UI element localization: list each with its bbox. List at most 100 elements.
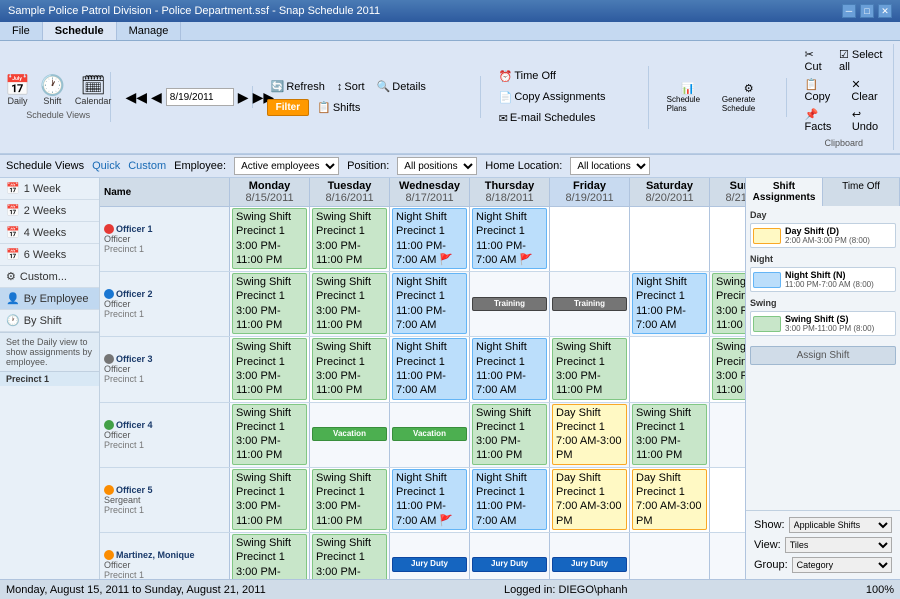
date-input[interactable]: 8/19/2011	[166, 88, 234, 106]
shift-cell-3-5[interactable]: Swing Shift Precinct 1 3:00 PM-11:00 PM	[630, 403, 710, 467]
view-4weeks[interactable]: 📅 4 Weeks	[0, 222, 99, 244]
shift-cell-0-3[interactable]: Night Shift Precinct 1 11:00 PM-7:00 AM …	[470, 207, 550, 271]
next-btn[interactable]: ▶	[238, 89, 249, 106]
tab-file[interactable]: File	[0, 22, 43, 40]
prev-btn[interactable]: ◀	[151, 89, 162, 106]
view-byshift[interactable]: 🕐 By Shift	[0, 310, 99, 332]
shift-cell-3-3[interactable]: Swing Shift Precinct 1 3:00 PM-11:00 PM	[470, 403, 550, 467]
shift-cell-3-0[interactable]: Swing Shift Precinct 1 3:00 PM-11:00 PM	[230, 403, 310, 467]
view-6weeks[interactable]: 📅 6 Weeks	[0, 244, 99, 266]
shift-cell-4-1[interactable]: Swing Shift Precinct 1 3:00 PM-11:00 PM	[310, 468, 390, 532]
shift-cell-1-5[interactable]: Night Shift Precinct 1 11:00 PM-7:00 AM	[630, 272, 710, 336]
shift-cell-1-6[interactable]: Swing Shift Precinct 1 3:00 PM-11:00 PM	[710, 272, 745, 336]
homeloc-select[interactable]: All locations	[570, 157, 650, 175]
shift-btn[interactable]: 🕐 Shift	[36, 74, 69, 108]
shift-cell-2-4[interactable]: Swing Shift Precinct 1 3:00 PM-11:00 PM	[550, 337, 630, 401]
clear-btn[interactable]: ✕ Clear	[847, 76, 887, 105]
close-btn[interactable]: ✕	[878, 4, 892, 18]
table-row[interactable]: Officer 3 Officer Precinct 1 Swing Shift…	[100, 337, 745, 402]
position-select[interactable]: All positions	[397, 157, 477, 175]
shift-cell-4-4[interactable]: Day Shift Precinct 1 7:00 AM-3:00 PM	[550, 468, 630, 532]
prev-week-btn[interactable]: ◀◀	[125, 89, 147, 106]
shift-cell-1-3[interactable]: Training	[470, 272, 550, 336]
show-select[interactable]: Applicable Shifts	[789, 517, 892, 533]
copy2-btn[interactable]: 📋 Copy	[801, 76, 844, 105]
schedule-plans-btn[interactable]: 📊 Schedule Plans	[663, 80, 714, 115]
shifts-btn[interactable]: 📋 Shifts	[313, 99, 364, 116]
group-select[interactable]: Category	[792, 557, 892, 573]
table-row[interactable]: Officer 4 Officer Precinct 1 Swing Shift…	[100, 403, 745, 468]
minimize-btn[interactable]: ─	[842, 4, 856, 18]
cut-btn[interactable]: ✂ Cut	[801, 46, 831, 75]
shift-cell-3-6[interactable]	[710, 403, 745, 467]
view-1week[interactable]: 📅 1 Week	[0, 178, 99, 200]
shift-cell-4-5[interactable]: Day Shift Precinct 1 7:00 AM-3:00 PM	[630, 468, 710, 532]
shift-cell-4-2[interactable]: Night Shift Precinct 1 11:00 PM-7:00 AM …	[390, 468, 470, 532]
shift-cell-5-6[interactable]	[710, 533, 745, 579]
shift-cell-5-3[interactable]: Jury Duty	[470, 533, 550, 579]
details-icon: 🔍	[377, 80, 391, 93]
view-byemployee[interactable]: 👤 By Employee	[0, 288, 99, 310]
email-btn[interactable]: ✉ E-mail Schedules	[495, 110, 600, 127]
shift-cell-0-2[interactable]: Night Shift Precinct 1 11:00 PM-7:00 AM …	[390, 207, 470, 271]
copy-btn[interactable]: 📄 Copy Assignments	[495, 89, 610, 106]
shift-cell-5-1[interactable]: Swing Shift Precinct 1 3:00 PM-11:00 PM	[310, 533, 390, 579]
shift-cell-1-0[interactable]: Swing Shift Precinct 1 3:00 PM-11:00 PM	[230, 272, 310, 336]
table-row[interactable]: Officer 2 Officer Precinct 1 Swing Shift…	[100, 272, 745, 337]
timeoff-btn[interactable]: ⏰ Time Off	[495, 68, 560, 85]
selectall-btn[interactable]: ☑ Select all	[835, 46, 887, 75]
shift-cell-0-1[interactable]: Swing Shift Precinct 1 3:00 PM-11:00 PM	[310, 207, 390, 271]
paste-btn[interactable]: 📌 Facts	[801, 106, 844, 135]
assign-shift-btn[interactable]: Assign Shift	[750, 346, 896, 365]
table-row[interactable]: Officer 1 Officer Precinct 1 Swing Shift…	[100, 207, 745, 272]
shift-cell-4-0[interactable]: Swing Shift Precinct 1 3:00 PM-11:00 PM	[230, 468, 310, 532]
shift-cell-1-2[interactable]: Night Shift Precinct 1 11:00 PM-7:00 AM	[390, 272, 470, 336]
daily-btn[interactable]: 📅 Daily	[1, 74, 34, 108]
day-shift-legend[interactable]: Day Shift (D) 2:00 AM-3:00 PM (8:00)	[750, 223, 896, 248]
shift-cell-4-3[interactable]: Night Shift Precinct 1 11:00 PM-7:00 AM	[470, 468, 550, 532]
shift-cell-0-5[interactable]	[630, 207, 710, 271]
tab-manage[interactable]: Manage	[117, 22, 182, 40]
table-row[interactable]: Martinez, Monique Officer Precinct 1 Swi…	[100, 533, 745, 579]
view-custom[interactable]: ⚙ Custom...	[0, 266, 99, 288]
employee-select[interactable]: Active employees	[234, 157, 339, 175]
shift-cell-5-0[interactable]: Swing Shift Precinct 1 3:00 PM-11:00 PM	[230, 533, 310, 579]
shift-cell-1-1[interactable]: Swing Shift Precinct 1 3:00 PM-11:00 PM	[310, 272, 390, 336]
swing-shift-legend[interactable]: Swing Shift (S) 3:00 PM-11:00 PM (8:00)	[750, 311, 896, 336]
undo-btn[interactable]: ↩ Undo	[848, 106, 887, 135]
shift-cell-2-6[interactable]: Swing Shift Precinct 1 3:00 PM-11:00 PM	[710, 337, 745, 401]
shift-cell-0-4[interactable]	[550, 207, 630, 271]
shift-cell-2-0[interactable]: Swing Shift Precinct 1 3:00 PM-11:00 PM	[230, 337, 310, 401]
tab-time-off[interactable]: Time Off	[823, 178, 900, 206]
shift-cell-0-6[interactable]	[710, 207, 745, 271]
shift-cell-5-2[interactable]: Jury Duty	[390, 533, 470, 579]
shift-cell-2-1[interactable]: Swing Shift Precinct 1 3:00 PM-11:00 PM	[310, 337, 390, 401]
details-btn[interactable]: 🔍 Details	[373, 78, 430, 95]
shift-cell-3-4[interactable]: Day Shift Precinct 1 7:00 AM-3:00 PM	[550, 403, 630, 467]
shift-cell-1-4[interactable]: Training	[550, 272, 630, 336]
generate-btn[interactable]: ⚙ Generate Schedule	[718, 80, 780, 115]
shift-cell-2-5[interactable]	[630, 337, 710, 401]
calendar-btn[interactable]: 🗓 Calendar	[71, 74, 116, 108]
shift-cell-3-2[interactable]: Vacation	[390, 403, 470, 467]
tab-shift-assignments[interactable]: Shift Assignments	[746, 178, 823, 206]
view-select[interactable]: Tiles	[785, 537, 892, 553]
shift-cell-2-2[interactable]: Night Shift Precinct 1 11:00 PM-7:00 AM	[390, 337, 470, 401]
refresh-btn[interactable]: 🔄 Refresh	[267, 78, 329, 95]
maximize-btn[interactable]: □	[860, 4, 874, 18]
tab-schedule[interactable]: Schedule	[43, 22, 117, 40]
shift-cell-5-4[interactable]: Jury Duty	[550, 533, 630, 579]
employee-label: Employee:	[174, 160, 226, 172]
shift-cell-3-1[interactable]: Vacation	[310, 403, 390, 467]
night-shift-legend[interactable]: Night Shift (N) 11:00 PM-7:00 AM (8:00)	[750, 267, 896, 292]
view-label: View:	[754, 539, 781, 551]
sort-label: Sort	[344, 81, 364, 93]
sort-btn[interactable]: ↕ Sort	[333, 79, 369, 95]
filter-btn[interactable]: Filter	[267, 99, 309, 116]
shift-cell-5-5[interactable]	[630, 533, 710, 579]
shift-cell-0-0[interactable]: Swing Shift Precinct 1 3:00 PM-11:00 PM	[230, 207, 310, 271]
table-row[interactable]: Officer 5 Sergeant Precinct 1 Swing Shif…	[100, 468, 745, 533]
shift-cell-2-3[interactable]: Night Shift Precinct 1 11:00 PM-7:00 AM	[470, 337, 550, 401]
view-2weeks[interactable]: 📅 2 Weeks	[0, 200, 99, 222]
shift-cell-4-6[interactable]	[710, 468, 745, 532]
